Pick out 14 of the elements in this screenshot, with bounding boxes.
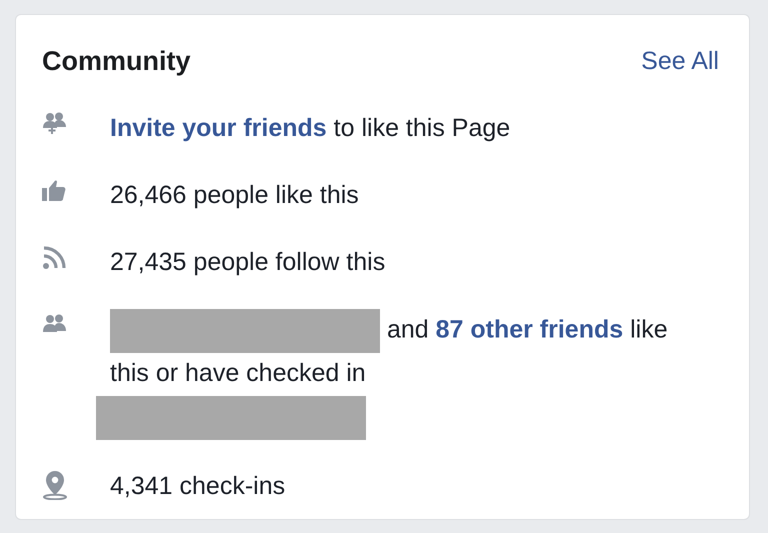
row-text: 4,341 check-ins [110, 470, 286, 502]
row-text: 27,435 people follow this [110, 246, 386, 278]
rss-icon [42, 246, 66, 270]
people-icon [42, 314, 68, 334]
map-pin-icon [42, 470, 68, 500]
see-all-link[interactable]: See All [641, 42, 719, 80]
thumbs-up-icon [42, 179, 66, 202]
people-add-icon [42, 112, 68, 134]
row-text: 26,466 people like this [110, 180, 359, 210]
friends-link[interactable]: Invite your friends [110, 114, 327, 142]
card-title: Community [42, 45, 190, 78]
friends-link[interactable]: 87 other friends [436, 315, 624, 344]
row-text: Invite your friends to like this Page [110, 112, 510, 144]
row-text: and 87 other friends like this or have checked in [110, 308, 710, 440]
